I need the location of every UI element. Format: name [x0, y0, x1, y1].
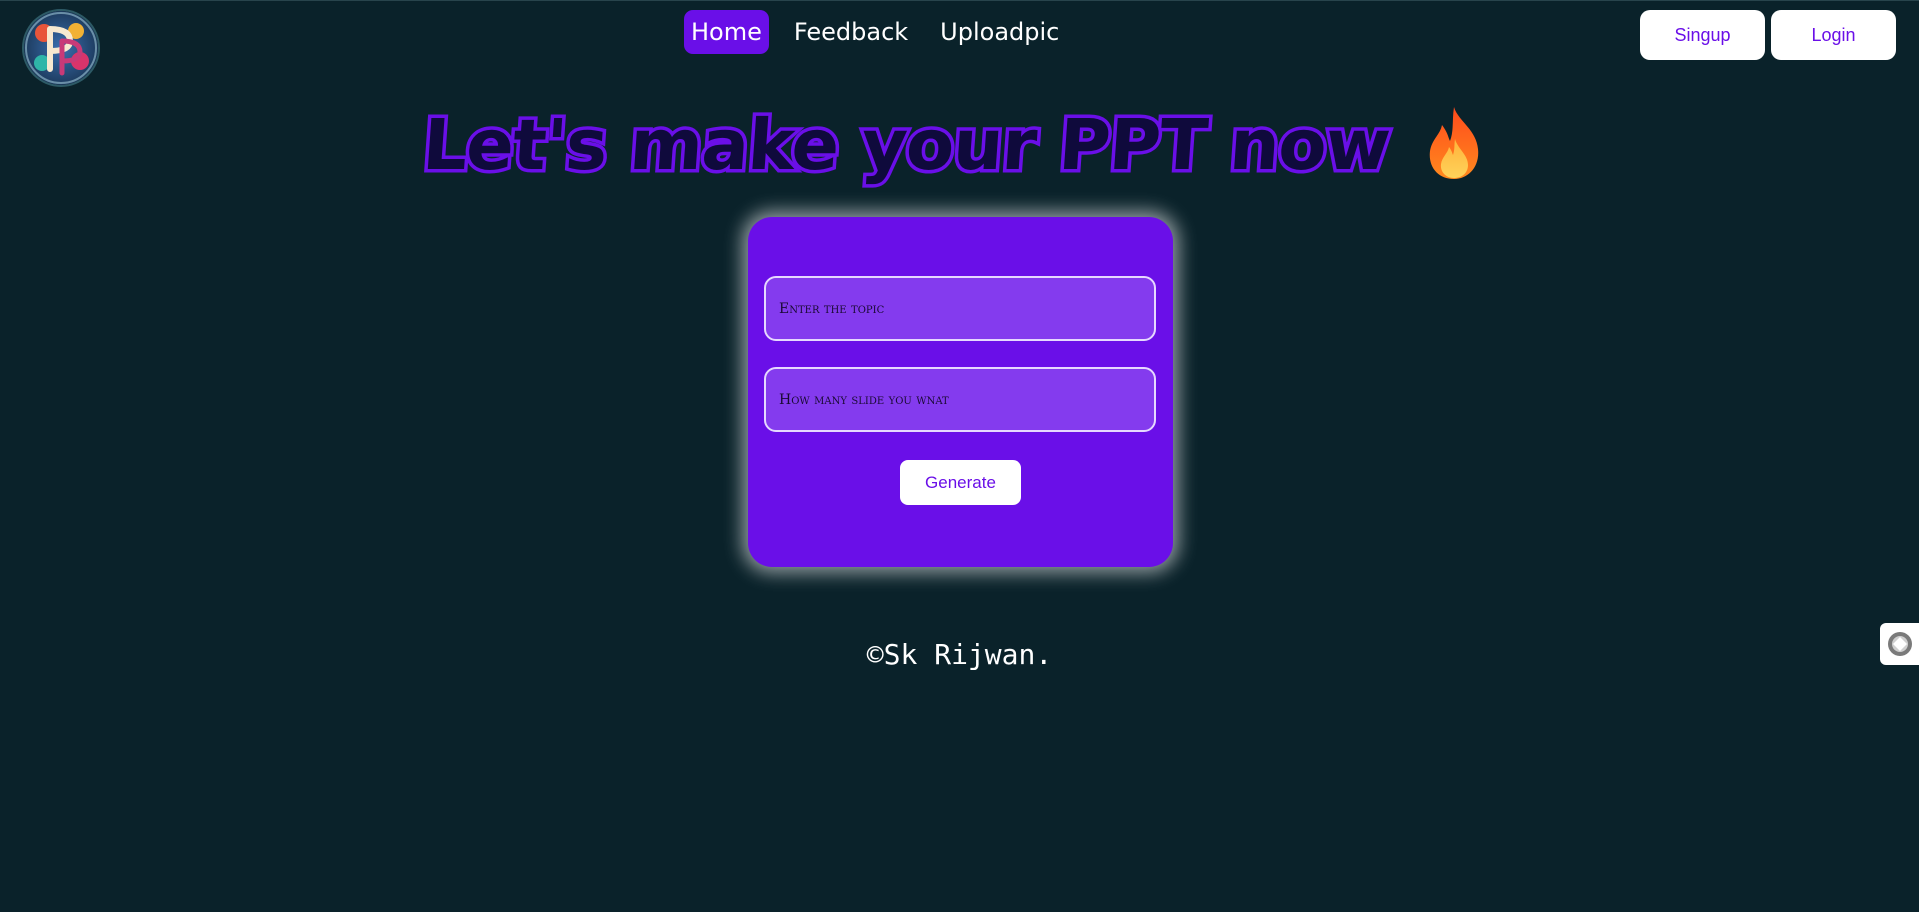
generate-button[interactable]: Generate	[900, 460, 1021, 505]
login-button[interactable]: Login	[1771, 10, 1896, 60]
nav-uploadpic[interactable]: Uploadpic	[933, 10, 1066, 54]
logo-image	[24, 11, 98, 85]
hero: Let's make your PPT now	[0, 101, 1919, 190]
signup-button[interactable]: Singup	[1640, 10, 1765, 60]
main-nav: Home Feedback Uploadpic	[684, 10, 1066, 54]
slide-count-input[interactable]	[764, 367, 1156, 432]
site-logo[interactable]	[24, 11, 98, 85]
widget-icon	[1887, 632, 1912, 656]
nav-feedback[interactable]: Feedback	[787, 10, 915, 54]
flame-icon	[1429, 107, 1478, 179]
nav-home[interactable]: Home	[684, 10, 769, 54]
page-title: Let's make your PPT now	[417, 101, 1396, 190]
auth-buttons: Singup Login	[1640, 10, 1896, 60]
page: Home Feedback Uploadpic Singup Login Let…	[0, 0, 1919, 912]
side-widget-button[interactable]	[1880, 623, 1919, 665]
footer-copyright: ©Sk Rijwan.	[866, 638, 1053, 671]
topic-input[interactable]	[764, 276, 1156, 341]
ppt-form-card: Generate	[748, 217, 1173, 567]
